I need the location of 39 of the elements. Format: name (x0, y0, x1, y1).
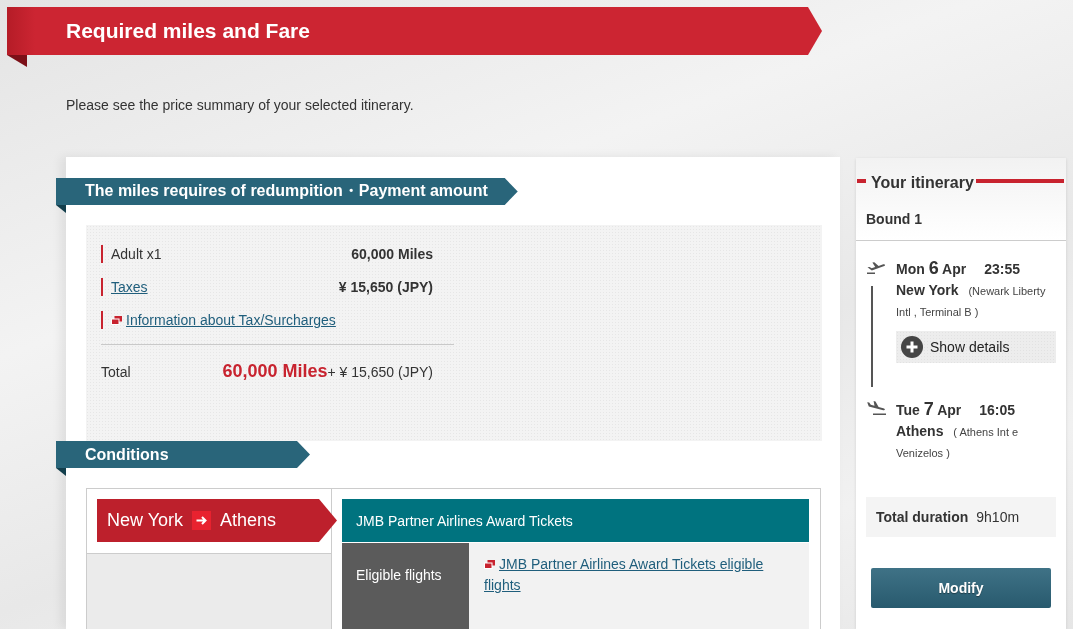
duration-value: 9h10m (976, 509, 1020, 525)
date-text: Tue 7 Apr (896, 399, 962, 420)
show-details-button[interactable]: Show details (896, 331, 1056, 363)
time-text: 23:55 (984, 261, 1020, 277)
total-fare: + ¥ 15,650 (JPY) (327, 363, 433, 382)
place-text: New York (Newark Liberty Intl , Terminal B ) (896, 281, 1047, 320)
price-value: 60,000 Miles (351, 246, 433, 262)
destination-city: Athens (220, 510, 277, 531)
place-text: Athens ( Athens Int e Venizelos ) (896, 422, 1020, 461)
new-window-icon (111, 315, 122, 325)
ribbon-fold-icon (56, 205, 66, 213)
new-window-icon (484, 560, 495, 569)
duration-label: Total duration (876, 509, 969, 525)
takeoff-plane-icon (866, 260, 886, 274)
plus-icon (901, 336, 923, 358)
bar-marker-icon (101, 311, 103, 329)
bar-marker-icon (101, 245, 103, 263)
eligible-flights-link[interactable]: JMB Partner Airlines Award Tickets eligible flights (484, 554, 794, 596)
price-link[interactable]: Taxes (111, 279, 148, 295)
origin-city: New York (107, 510, 184, 531)
price-value: ¥ 15,650 (JPY) (338, 279, 433, 295)
title-banner: Required miles and Fare (7, 7, 822, 55)
row-header-cell: Eligible flights (342, 543, 469, 629)
total-miles: 60,000 Miles (222, 360, 328, 383)
landing-plane-icon (866, 401, 886, 415)
award-type-header: JMB Partner Airlines Award Tickets (342, 499, 809, 542)
bound-label: Bound 1 (866, 211, 922, 228)
intro-text: Please see the price summary of your selected itinerary. (66, 97, 414, 114)
itinerary-heading: Your itinerary (871, 173, 974, 193)
date-text: Mon 6 Apr (896, 258, 967, 279)
total-label: Total (101, 363, 131, 382)
time-text: 16:05 (979, 402, 1016, 418)
info-link[interactable]: Information about Tax/Surcharges (126, 312, 336, 328)
ribbon-fold-icon (56, 468, 66, 476)
section-banner: The miles requires of redumpition・Payment amount (56, 178, 518, 205)
section-banner: Conditions (56, 441, 310, 468)
modify-button[interactable]: Modify (871, 568, 1051, 608)
bar-marker-icon (101, 278, 103, 296)
price-label: Adult x1 (111, 246, 162, 262)
